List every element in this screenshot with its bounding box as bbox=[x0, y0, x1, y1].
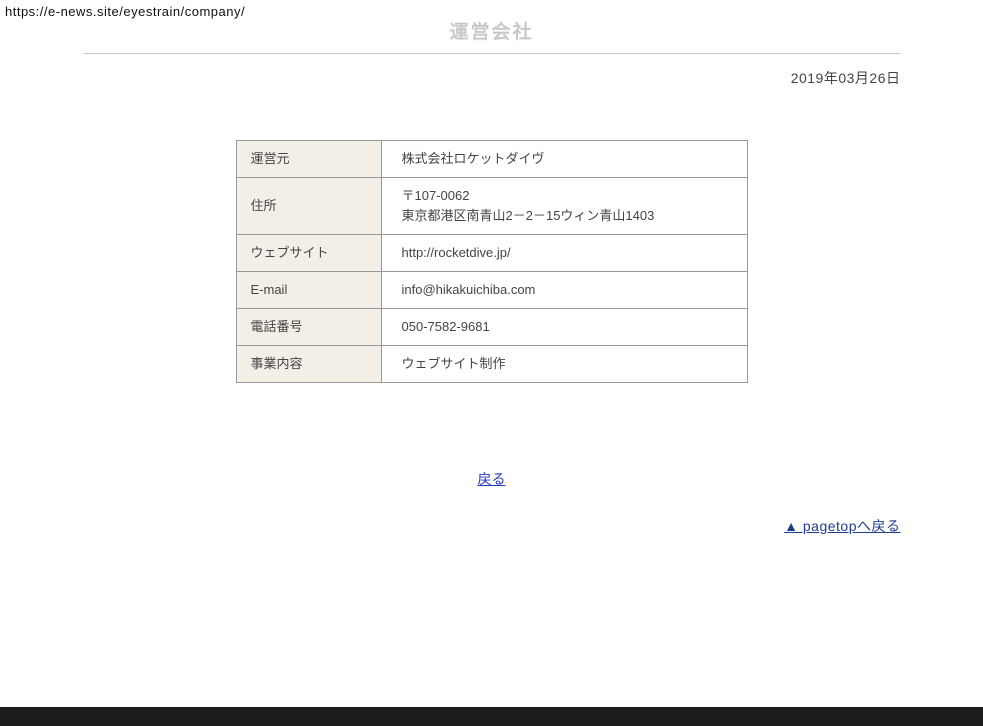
date-label: 2019年03月26日 bbox=[83, 68, 901, 88]
table-row-phone: 電話番号 050-7582-9681 bbox=[236, 309, 747, 346]
row-label-email: E-mail bbox=[236, 272, 381, 309]
row-value-phone: 050-7582-9681 bbox=[381, 309, 747, 346]
table-row-address: 住所 〒107-0062 東京都港区南青山2－2－15ウィン青山1403 bbox=[236, 178, 747, 235]
row-value-website: http://rocketdive.jp/ bbox=[381, 235, 747, 272]
pagetop-link-container: ▲ pagetopへ戻る bbox=[83, 516, 901, 536]
pagetop-link[interactable]: ▲ pagetopへ戻る bbox=[784, 518, 900, 534]
row-label-phone: 電話番号 bbox=[236, 309, 381, 346]
row-value-business: ウェブサイト制作 bbox=[381, 346, 747, 383]
back-link-container: 戻る bbox=[83, 469, 901, 489]
footer-bar bbox=[0, 707, 983, 726]
page-title: 運営会社 bbox=[83, 21, 901, 45]
title-divider bbox=[83, 53, 901, 54]
row-value-address: 〒107-0062 東京都港区南青山2－2－15ウィン青山1403 bbox=[381, 178, 747, 235]
table-row-email: E-mail info@hikakuichiba.com bbox=[236, 272, 747, 309]
row-label-website: ウェブサイト bbox=[236, 235, 381, 272]
table-row-operator: 運営元 株式会社ロケットダイヴ bbox=[236, 141, 747, 178]
row-value-email: info@hikakuichiba.com bbox=[381, 272, 747, 309]
company-info-table: 運営元 株式会社ロケットダイヴ 住所 〒107-0062 東京都港区南青山2－2… bbox=[236, 140, 748, 383]
page-url-label: https://e-news.site/eyestrain/company/ bbox=[5, 4, 245, 19]
row-label-operator: 運営元 bbox=[236, 141, 381, 178]
row-label-business: 事業内容 bbox=[236, 346, 381, 383]
row-label-address: 住所 bbox=[236, 178, 381, 235]
row-value-operator: 株式会社ロケットダイヴ bbox=[381, 141, 747, 178]
table-row-website: ウェブサイト http://rocketdive.jp/ bbox=[236, 235, 747, 272]
table-row-business: 事業内容 ウェブサイト制作 bbox=[236, 346, 747, 383]
back-link[interactable]: 戻る bbox=[478, 471, 506, 487]
main-content: 運営会社 2019年03月26日 運営元 株式会社ロケットダイヴ 住所 〒107… bbox=[83, 0, 901, 536]
